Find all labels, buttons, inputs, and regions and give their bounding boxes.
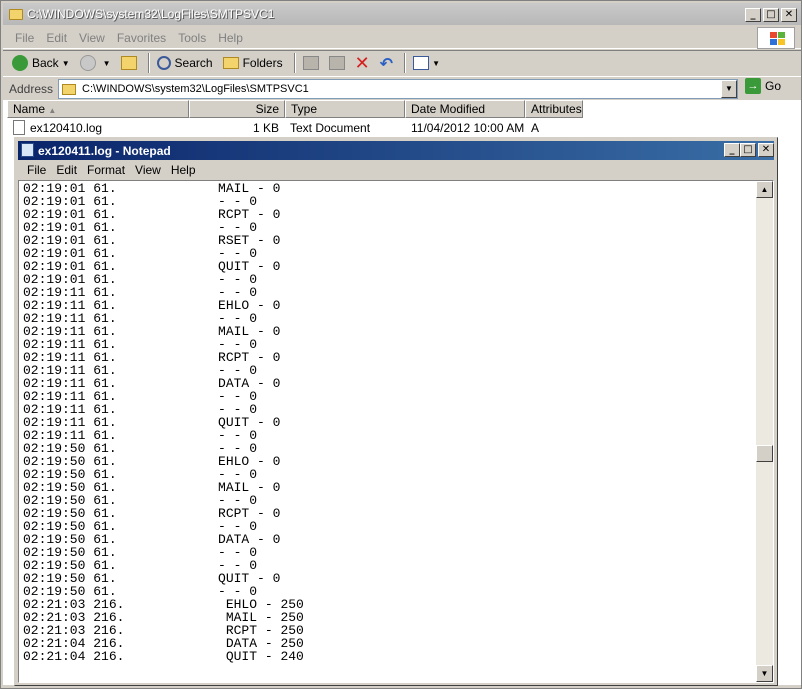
notepad-icon — [21, 143, 34, 157]
column-header-size[interactable]: Size — [189, 100, 285, 118]
notepad-text-area[interactable]: 02:19:01 61. MAIL - 0 02:19:01 61. - - 00… — [18, 180, 774, 683]
folders-icon — [222, 57, 239, 69]
text-document-icon — [13, 120, 25, 135]
menu-view[interactable]: View — [73, 31, 111, 45]
up-folder-icon — [120, 56, 137, 70]
notepad-window: ex120411.log - Notepad _ □ ✕ File Edit F… — [14, 137, 778, 686]
explorer-title-bar[interactable]: C:\WINDOWS\system32\LogFiles\SMTPSVC1 _ … — [3, 3, 801, 25]
back-button[interactable]: Back ▼ — [9, 52, 73, 74]
file-type: Text Document — [290, 121, 371, 135]
scroll-up-icon[interactable]: ▲ — [756, 181, 773, 198]
copy-to-icon — [328, 56, 345, 70]
menu-help[interactable]: Help — [212, 31, 249, 45]
scroll-thumb[interactable] — [756, 445, 773, 462]
notepad-menu-help[interactable]: Help — [166, 163, 201, 177]
notepad-menu-edit[interactable]: Edit — [51, 163, 82, 177]
column-header-attributes[interactable]: Attributes — [525, 100, 583, 118]
log-line: 02:21:04 216. QUIT - 240 — [23, 649, 304, 664]
delete-x-icon: ✕ — [354, 52, 370, 74]
minimize-button[interactable]: _ — [745, 8, 761, 22]
file-attributes: A — [531, 121, 540, 135]
chevron-down-icon[interactable]: ▼ — [721, 80, 737, 98]
explorer-menu-bar: File Edit View Favorites Tools Help — [3, 27, 801, 49]
notepad-menu-view[interactable]: View — [130, 163, 166, 177]
scroll-down-icon[interactable]: ▼ — [756, 665, 773, 682]
column-header-type[interactable]: Type — [285, 100, 405, 118]
address-value: C:\WINDOWS\system32\LogFiles\SMTPSVC1 — [82, 83, 309, 95]
notepad-maximize-button[interactable]: □ — [740, 143, 756, 157]
file-date: 11/04/2012 10:00 AM — [411, 121, 525, 135]
notepad-menu-file[interactable]: File — [22, 163, 51, 177]
up-folder-button[interactable] — [118, 52, 140, 74]
views-button[interactable]: ▼ — [410, 52, 443, 74]
undo-icon: ↶ — [379, 53, 394, 73]
column-header-date[interactable]: Date Modified — [405, 100, 525, 118]
forward-button[interactable]: ▼ — [77, 52, 114, 74]
move-to-button[interactable] — [300, 52, 322, 74]
menu-file[interactable]: File — [9, 31, 40, 45]
toolbar-separator — [147, 53, 150, 73]
address-label: Address — [9, 81, 54, 96]
explorer-title: C:\WINDOWS\system32\LogFiles\SMTPSVC1 — [27, 7, 275, 21]
notepad-title-bar[interactable]: ex120411.log - Notepad _ □ ✕ — [18, 141, 774, 160]
notepad-minimize-button[interactable]: _ — [724, 143, 740, 157]
folder-icon — [62, 83, 76, 95]
toolbar-separator — [293, 53, 296, 73]
notepad-menu-format[interactable]: Format — [82, 163, 130, 177]
vertical-scrollbar[interactable]: ▲ ▼ — [756, 181, 773, 682]
chevron-down-icon[interactable]: ▼ — [62, 59, 70, 68]
go-button[interactable]: → Go — [745, 78, 781, 94]
file-size: 1 KB — [252, 121, 279, 135]
column-header-name[interactable]: Name ▲ — [7, 100, 189, 118]
windows-logo-icon — [757, 27, 795, 49]
log-lines: 02:19:01 61. MAIL - 0 02:19:01 61. - - 00… — [23, 182, 304, 663]
undo-button[interactable]: ↶ — [377, 52, 396, 74]
address-bar: Address C:\WINDOWS\system32\LogFiles\SMT… — [3, 76, 801, 100]
folders-button[interactable]: Folders — [220, 52, 286, 74]
toolbar-separator — [404, 53, 407, 73]
notepad-menu-bar: File Edit Format View Help — [18, 161, 774, 179]
maximize-button[interactable]: □ — [763, 8, 779, 22]
forward-arrow-icon — [79, 55, 96, 71]
go-arrow-icon: → — [745, 78, 761, 94]
menu-favorites[interactable]: Favorites — [111, 31, 172, 45]
move-to-icon — [302, 56, 319, 70]
views-icon — [413, 56, 430, 70]
folder-icon — [9, 9, 23, 20]
chevron-down-icon[interactable]: ▼ — [432, 59, 440, 68]
notepad-title: ex120411.log - Notepad — [38, 143, 171, 158]
menu-tools[interactable]: Tools — [172, 31, 212, 45]
search-button[interactable]: Search — [154, 52, 216, 74]
file-name[interactable]: ex120410.log — [30, 120, 102, 136]
copy-to-button[interactable] — [326, 52, 348, 74]
back-arrow-icon — [12, 55, 28, 71]
chevron-down-icon[interactable]: ▼ — [103, 59, 111, 68]
explorer-toolbar: Back ▼ ▼ Search Folders ✕ ↶ ▼ — [3, 50, 801, 75]
search-icon — [156, 56, 171, 70]
close-button[interactable]: ✕ — [781, 8, 797, 22]
delete-button[interactable]: ✕ — [352, 52, 373, 74]
sort-arrow-icon: ▲ — [48, 106, 57, 115]
menu-edit[interactable]: Edit — [40, 31, 73, 45]
notepad-close-button[interactable]: ✕ — [758, 143, 774, 157]
address-input[interactable]: C:\WINDOWS\system32\LogFiles\SMTPSVC1 ▼ — [58, 79, 738, 99]
